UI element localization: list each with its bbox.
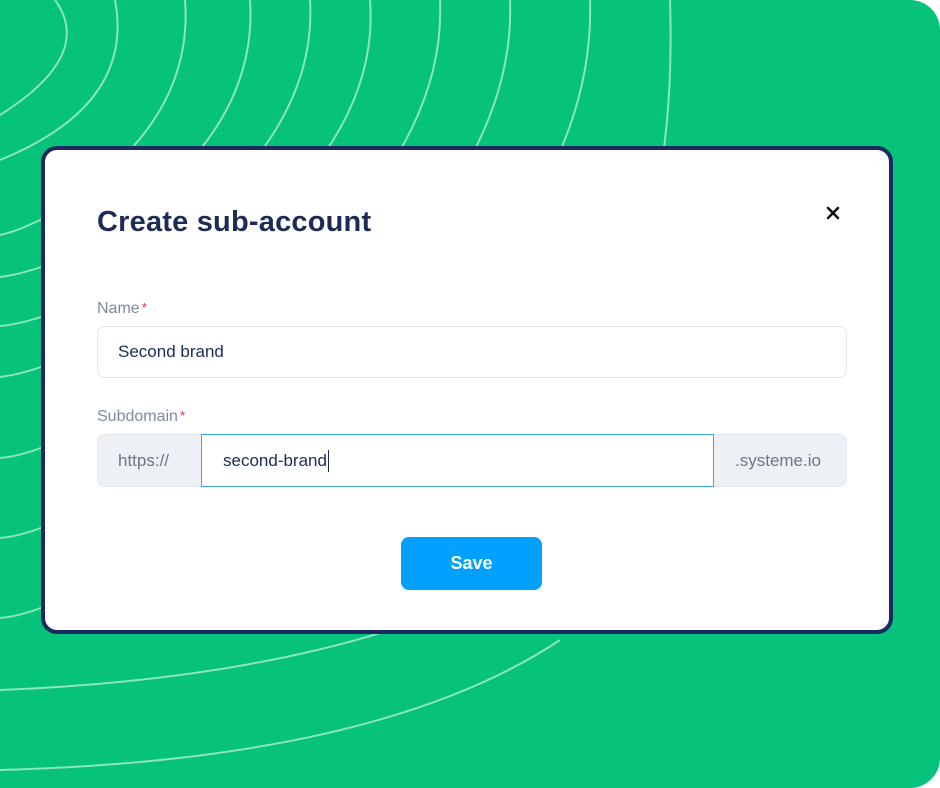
subdomain-suffix: .systeme.io [714, 434, 847, 487]
name-label-text: Name [97, 300, 140, 317]
required-marker: * [141, 300, 147, 315]
save-button[interactable]: Save [401, 537, 542, 590]
name-input-value: Second brand [118, 342, 224, 361]
subdomain-prefix: https:// [97, 434, 201, 487]
create-sub-account-dialog: Create sub-account Name * Second brand Su… [41, 146, 893, 634]
text-caret [327, 449, 330, 472]
name-label: Name * [97, 300, 147, 318]
required-marker: * [179, 408, 186, 423]
name-input[interactable]: Second brand [97, 326, 847, 378]
dialog-title: Create sub-account [97, 206, 372, 238]
subdomain-label-text: Subdomain [97, 408, 178, 425]
subdomain-input-value: second-brand [223, 450, 327, 470]
subdomain-input-group: https:// second-brand .systeme.io [97, 434, 847, 487]
subdomain-input[interactable]: second-brand [201, 434, 714, 487]
subdomain-label: Subdomain * [97, 408, 185, 426]
app-background: Create sub-account Name * Second brand Su… [0, 0, 940, 788]
close-icon[interactable] [822, 202, 844, 224]
